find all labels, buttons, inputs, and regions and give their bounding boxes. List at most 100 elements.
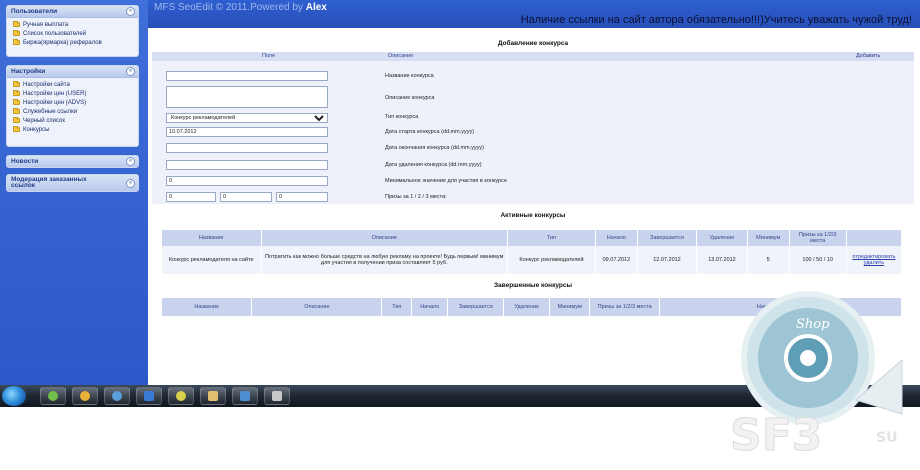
contest-type-select[interactable]: Конкурс рекламодателей: [166, 113, 328, 123]
finished-contests-title: Завершенные конкурсы: [493, 282, 573, 289]
contest-type: Конкурс рекламодателей: [507, 246, 596, 274]
settings-box-title: Настройки: [11, 68, 46, 75]
prize-2-input[interactable]: [220, 192, 272, 202]
collapse-icon[interactable]: «: [126, 67, 135, 76]
header-notice: Наличие ссылки на сайт автора обязательн…: [520, 14, 912, 26]
add-button[interactable]: Добавить: [856, 53, 880, 59]
contest-description-label: Описание конкурса: [385, 95, 435, 101]
app-icon: [144, 391, 154, 401]
col-description: Описание: [388, 53, 414, 59]
moderation-box: Модерация заказанных ссылок «: [6, 174, 139, 192]
col-description: Описание: [251, 298, 383, 316]
sidebar-item-manual-payout[interactable]: Ручная выплата: [13, 20, 134, 29]
header-bar: MFS SeoEdit © 2011.Powered by Alex Налич…: [148, 0, 920, 28]
taskbar-app-button[interactable]: [264, 387, 290, 405]
logo-brand-text: SF3: [730, 410, 822, 461]
app-icon: [176, 391, 186, 401]
col-minimum: Минимум: [747, 230, 790, 246]
col-type: Тип: [507, 230, 596, 246]
folder-icon: [13, 108, 20, 114]
col-type: Тип: [381, 298, 413, 316]
app-icon: [112, 391, 122, 401]
settings-box-header[interactable]: Настройки «: [7, 66, 138, 78]
start-date-label: Дата старта конкурса (dd.mm.yyyy): [385, 129, 475, 135]
taskbar-app-button[interactable]: [72, 387, 98, 405]
taskbar-app-button[interactable]: [40, 387, 66, 405]
col-delete: Удаление: [503, 298, 551, 316]
prize-1-input[interactable]: [166, 192, 216, 202]
prize-3-input[interactable]: [276, 192, 328, 202]
contest-prizes: 100 / 50 / 10: [789, 246, 847, 274]
collapse-icon[interactable]: «: [126, 7, 135, 16]
author-name: Alex: [305, 2, 327, 13]
start-date-input[interactable]: [166, 127, 328, 137]
taskbar-app-button[interactable]: [136, 387, 162, 405]
add-contest-form: Поле Описание Добавить Название конкурса…: [152, 52, 914, 204]
contest-start: 09.07.2012: [595, 246, 638, 274]
add-contest-title: Добавление конкурса: [497, 40, 569, 47]
folder-icon: [13, 117, 20, 123]
col-minimum: Минимум: [549, 298, 591, 316]
folder-icon: [13, 81, 20, 87]
sidebar-item-user-list[interactable]: Список пользователей: [13, 29, 134, 38]
min-value-input[interactable]: [166, 176, 328, 186]
sidebar-item-contests[interactable]: Конкурсы: [13, 125, 134, 134]
folder-icon: [13, 39, 20, 45]
active-contests-title: Активные конкурсы: [500, 212, 566, 219]
contest-description: Потратить как можно больше средств на лю…: [261, 246, 508, 274]
folder-icon: [13, 126, 20, 132]
collapse-icon[interactable]: «: [126, 157, 135, 166]
sidebar-item-blacklist[interactable]: Черный список: [13, 116, 134, 125]
logo-shop-text: Shop: [796, 317, 830, 332]
browser-icon: [80, 391, 90, 401]
delete-date-label: Дата удаления конкурса (dd.mm.yyyy): [385, 162, 482, 168]
sidebar-item-price-advs[interactable]: Настройки цен (ADVS): [13, 98, 134, 107]
sidebar-item-service-links[interactable]: Служебные ссылки: [13, 107, 134, 116]
end-date-input[interactable]: [166, 143, 328, 153]
users-box-title: Пользователи: [11, 8, 58, 15]
col-actions: [846, 230, 903, 246]
users-box-header[interactable]: Пользователи «: [7, 6, 138, 18]
table-header-row: Название Описание Тип Начало Завершается…: [162, 230, 903, 246]
settings-box: Настройки « Настройки сайта Настройки це…: [6, 65, 139, 147]
logo-suffix-text: SU: [876, 430, 897, 446]
app-icon: [272, 391, 282, 401]
watermark-logo: Shop SF3 SU: [730, 291, 903, 462]
taskbar-app-button[interactable]: [104, 387, 130, 405]
col-description: Описание: [261, 230, 508, 246]
moderation-box-header[interactable]: Модерация заказанных ссылок «: [7, 175, 138, 191]
col-start: Начало: [595, 230, 638, 246]
min-value-label: Минимальное значение для участия в конку…: [385, 178, 507, 184]
collapse-icon[interactable]: «: [126, 178, 135, 188]
col-field: Поле: [262, 53, 276, 59]
folder-icon: [13, 90, 20, 96]
start-button[interactable]: [2, 386, 26, 406]
moderation-box-title: Модерация заказанных ссылок: [11, 176, 87, 189]
contest-delete-date: 13.07.2012: [696, 246, 748, 274]
news-box-header[interactable]: Новости «: [7, 156, 138, 167]
contest-name-label: Название конкурса: [385, 73, 434, 79]
folder-icon: [13, 30, 20, 36]
table-row: Конкурс рекламодателя на сайте Потратить…: [162, 246, 903, 274]
folder-icon: [13, 21, 20, 27]
sidebar-item-price-user[interactable]: Настройки цен (USER): [13, 89, 134, 98]
sidebar-item-referral-market[interactable]: Биржа(ярмарка) рефералов: [13, 38, 134, 47]
col-ends: Завершается: [637, 230, 698, 246]
app-title: MFS SeoEdit © 2011.Powered by Alex: [154, 2, 327, 13]
folder-icon: [208, 391, 218, 401]
col-prizes: Призы за 1/2/3 места: [789, 230, 847, 246]
contest-minimum: 5: [747, 246, 790, 274]
col-ends: Завершается: [447, 298, 505, 316]
col-start: Начало: [411, 298, 449, 316]
folder-icon: [13, 99, 20, 105]
contest-name-input[interactable]: [166, 71, 328, 81]
delete-link[interactable]: удалить: [850, 260, 898, 266]
sidebar-item-site-settings[interactable]: Настройки сайта: [13, 80, 134, 89]
taskbar-app-button[interactable]: [232, 387, 258, 405]
col-name: Название: [162, 298, 253, 316]
taskbar-app-button[interactable]: [168, 387, 194, 405]
prizes-label: Призы за 1 / 2 / 3 места:: [385, 194, 447, 200]
contest-description-input[interactable]: [166, 86, 328, 108]
taskbar-app-button[interactable]: [200, 387, 226, 405]
delete-date-input[interactable]: [166, 160, 328, 170]
